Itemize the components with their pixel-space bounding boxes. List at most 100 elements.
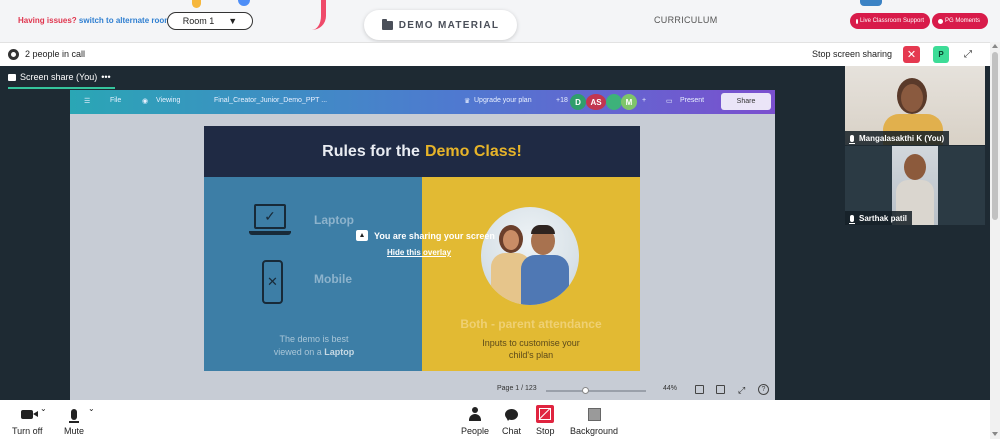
microphone-icon	[69, 408, 79, 423]
slide-title-accent: Demo Class!	[424, 142, 522, 160]
microphone-icon	[849, 134, 855, 144]
issues-message: Having issues? switch to alternate room	[18, 16, 171, 25]
camera-toggle-button[interactable]: Turn off	[12, 400, 43, 439]
decorative-shape	[312, 0, 326, 30]
chat-label: Chat	[502, 426, 522, 436]
upgrade-plan: Upgrade your plan	[474, 97, 532, 104]
participant-name: Sarthak patil	[859, 213, 908, 223]
demo-material-button[interactable]: DEMO MATERIAL	[364, 10, 517, 40]
stop-screen-sharing-label: Stop screen sharing	[812, 49, 893, 59]
add-icon: +	[642, 97, 647, 104]
hamburger-icon: ☰	[84, 98, 91, 105]
participant-name-tag: Mangalasakthi K (You)	[845, 131, 950, 145]
zoom-slider	[546, 390, 646, 392]
info-icon	[938, 18, 943, 24]
best-viewed-emphasis: Laptop	[324, 347, 355, 357]
best-viewed-text: The demo is best viewed on a Laptop	[244, 333, 384, 359]
mobile-icon: ✕	[262, 260, 283, 304]
scroll-thumb[interactable]	[992, 52, 998, 220]
chat-button[interactable]: Chat	[502, 400, 521, 439]
mute-label: Mute	[64, 426, 85, 436]
background-label: Background	[570, 426, 619, 436]
decorative-shape	[238, 0, 250, 6]
stop-label: Stop	[536, 426, 555, 436]
people-label: People	[461, 426, 490, 436]
mute-button[interactable]: Mute	[64, 400, 84, 439]
slide-left-panel: ✓ Laptop ✕ Mobile The demo is best viewe…	[204, 177, 422, 371]
inputs-line1: Inputs to customise your	[482, 338, 580, 348]
people-in-call-count: 2 people in call	[25, 49, 86, 59]
pg-moments-button[interactable]: PG Moments	[932, 13, 988, 29]
more-options-icon[interactable]: •••	[101, 72, 110, 82]
screen-share-icon	[356, 230, 368, 241]
live-support-button[interactable]: Live Classroom Support	[850, 13, 930, 29]
sharing-overlay: You are sharing your screen Hide this ov…	[356, 230, 495, 257]
file-menu: File	[110, 97, 122, 104]
avatar[interactable]: P	[933, 46, 949, 63]
participant-tile[interactable]: Sarthak patil	[845, 146, 985, 225]
viewing-menu: Viewing	[156, 97, 181, 104]
screen-share-tab[interactable]: Screen share (You) •••	[8, 72, 111, 82]
participant-name: Mangalasakthi K (You)	[859, 133, 945, 143]
demo-material-label: DEMO MATERIAL	[398, 19, 500, 31]
screen-share-tab-label: Screen share (You)	[20, 72, 98, 82]
participant-name-tag: Sarthak patil	[845, 211, 913, 225]
background-icon	[587, 407, 601, 421]
room-select[interactable]: Room 1 ▼	[167, 12, 253, 30]
live-support-label: Live Classroom Support	[859, 18, 924, 24]
scroll-down-arrow-icon[interactable]	[992, 432, 998, 436]
call-header: 2 people in call Stop screen sharing ✕ P…	[0, 42, 990, 66]
page-scrollbar[interactable]	[990, 42, 1000, 439]
person-icon	[469, 407, 482, 421]
stop-share-button[interactable]: Stop	[536, 400, 555, 439]
gear-icon[interactable]	[8, 49, 19, 60]
people-button[interactable]: People	[461, 400, 489, 439]
close-icon: ✕	[906, 49, 917, 61]
chevron-down-icon[interactable]: ⌄	[88, 404, 95, 413]
inputs-text: Inputs to customise your child's plan	[422, 337, 640, 361]
crown-icon: ♛	[464, 98, 471, 105]
camera-toggle-label: Turn off	[12, 426, 43, 436]
collaborator-avatar	[606, 94, 622, 110]
pg-moments-label: PG Moments	[945, 18, 981, 24]
zoom-level: 44%	[663, 385, 678, 392]
fullscreen-icon: ⤢	[738, 385, 746, 395]
both-parent-label: Both - parent attendance	[460, 317, 602, 331]
sharing-overlay-text: You are sharing your screen	[374, 230, 495, 241]
camera-icon	[21, 409, 39, 419]
parents-photo	[481, 207, 579, 305]
grid-view-icon	[716, 385, 725, 394]
slide-title: Rules for the Demo Class!	[204, 126, 640, 177]
top-bar: Having issues? switch to alternate room …	[0, 0, 1000, 42]
background-button[interactable]: Background	[570, 400, 618, 439]
present-icon: ▭	[666, 98, 673, 105]
chevron-down-icon[interactable]: ⌄	[40, 404, 47, 413]
caret-down-icon: ▼	[228, 16, 238, 26]
info-icon	[856, 18, 858, 24]
canva-toolbar: ☰ File ◉ Viewing Final_Creator_Junior_De…	[70, 90, 775, 114]
canva-footer: Page 1 / 123 44% ⤢ ?	[70, 382, 775, 400]
best-viewed-line1: The demo is best	[279, 334, 349, 344]
zoom-slider-knob	[582, 387, 589, 394]
alternate-room-link[interactable]: switch to alternate room	[79, 16, 171, 25]
video-stage: Screen share (You) ••• ☰ File ◉ Viewing …	[0, 66, 990, 400]
fullscreen-icon[interactable]: ⤢	[964, 49, 972, 60]
eye-icon: ◉	[142, 98, 149, 105]
decorative-shape	[192, 0, 201, 8]
folder-icon	[381, 18, 393, 30]
screen-share-icon	[8, 73, 16, 81]
collaborator-count: +18	[556, 97, 568, 104]
curriculum-tab[interactable]: CURRICULUM	[654, 15, 718, 25]
stop-sharing-button[interactable]: ✕	[903, 46, 920, 63]
present-button: Present	[680, 97, 705, 104]
page-indicator: Page 1 / 123	[497, 385, 537, 392]
stop-share-icon	[536, 405, 555, 423]
hide-overlay-link[interactable]: Hide this overlay	[387, 248, 495, 257]
decorative-shape	[860, 0, 882, 6]
scroll-up-arrow-icon[interactable]	[992, 44, 998, 48]
issues-text: Having issues?	[18, 16, 77, 25]
notes-icon	[695, 385, 704, 394]
microphone-icon	[849, 214, 855, 224]
participant-tile[interactable]: Mangalasakthi K (You)	[845, 66, 985, 145]
room-selected-value: Room 1	[182, 16, 215, 26]
